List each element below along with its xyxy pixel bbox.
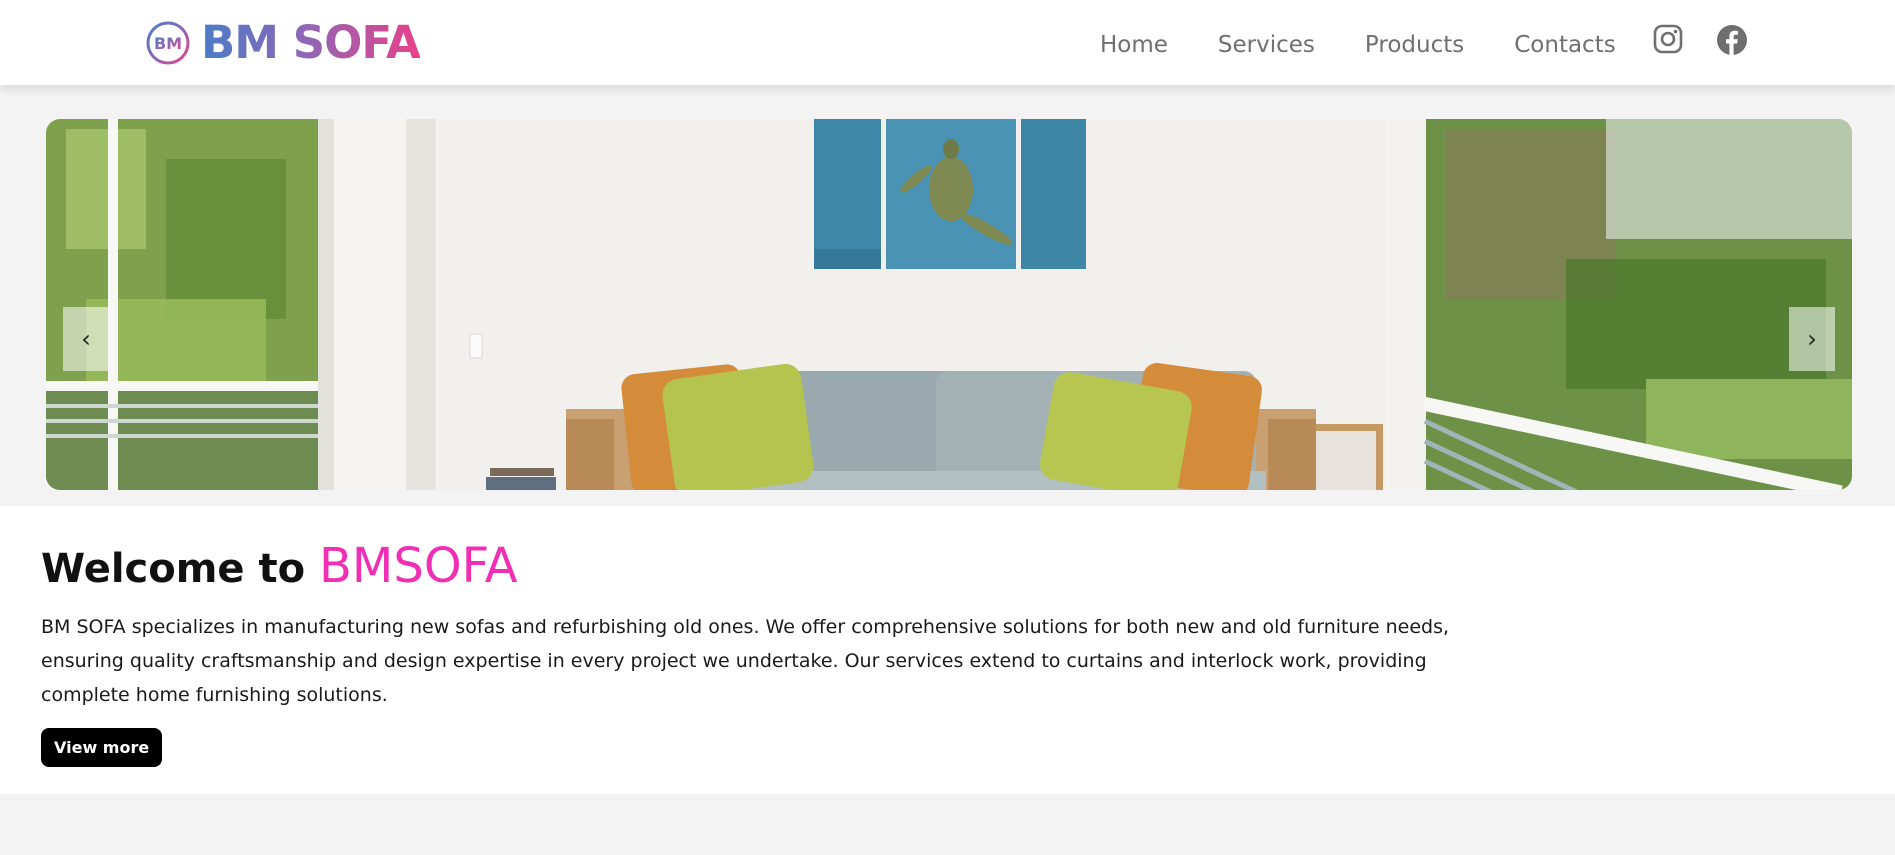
nav-products[interactable]: Products [1365, 28, 1464, 62]
living-room-photo [46, 119, 1852, 490]
welcome-heading-prefix: Welcome to [41, 546, 306, 592]
site-header: BM BM SOFA Home Services Products Contac… [0, 0, 1895, 85]
facebook-icon [1717, 25, 1747, 55]
instagram-icon [1653, 24, 1683, 54]
hero-slide-image: ‹ › [46, 119, 1852, 490]
nav-contacts[interactable]: Contacts [1514, 28, 1615, 62]
main-nav: Home Services Products Contacts [1100, 28, 1666, 62]
instagram-link[interactable] [1653, 24, 1683, 54]
view-more-button[interactable]: View more [41, 728, 163, 767]
brand-name: BM SOFA [201, 16, 421, 69]
facebook-link[interactable] [1716, 24, 1748, 56]
nav-services[interactable]: Services [1218, 28, 1315, 62]
brand-logo[interactable]: BM BM SOFA [145, 16, 421, 69]
nav-home[interactable]: Home [1100, 28, 1168, 62]
welcome-heading-brand: BMSOFA [319, 538, 518, 594]
welcome-heading: Welcome to BMSOFA [41, 536, 518, 599]
page-background-band [0, 794, 1895, 855]
logo-mark-text: BM [154, 34, 182, 53]
carousel-next-button[interactable]: › [1789, 307, 1835, 371]
logo-mark-icon: BM [146, 21, 190, 65]
welcome-section: Welcome to BMSOFA BM SOFA specializes in… [0, 506, 1895, 794]
hero-carousel: ‹ › [0, 85, 1895, 506]
welcome-description: BM SOFA specializes in manufacturing new… [41, 616, 1450, 706]
carousel-prev-button[interactable]: ‹ [63, 307, 109, 371]
